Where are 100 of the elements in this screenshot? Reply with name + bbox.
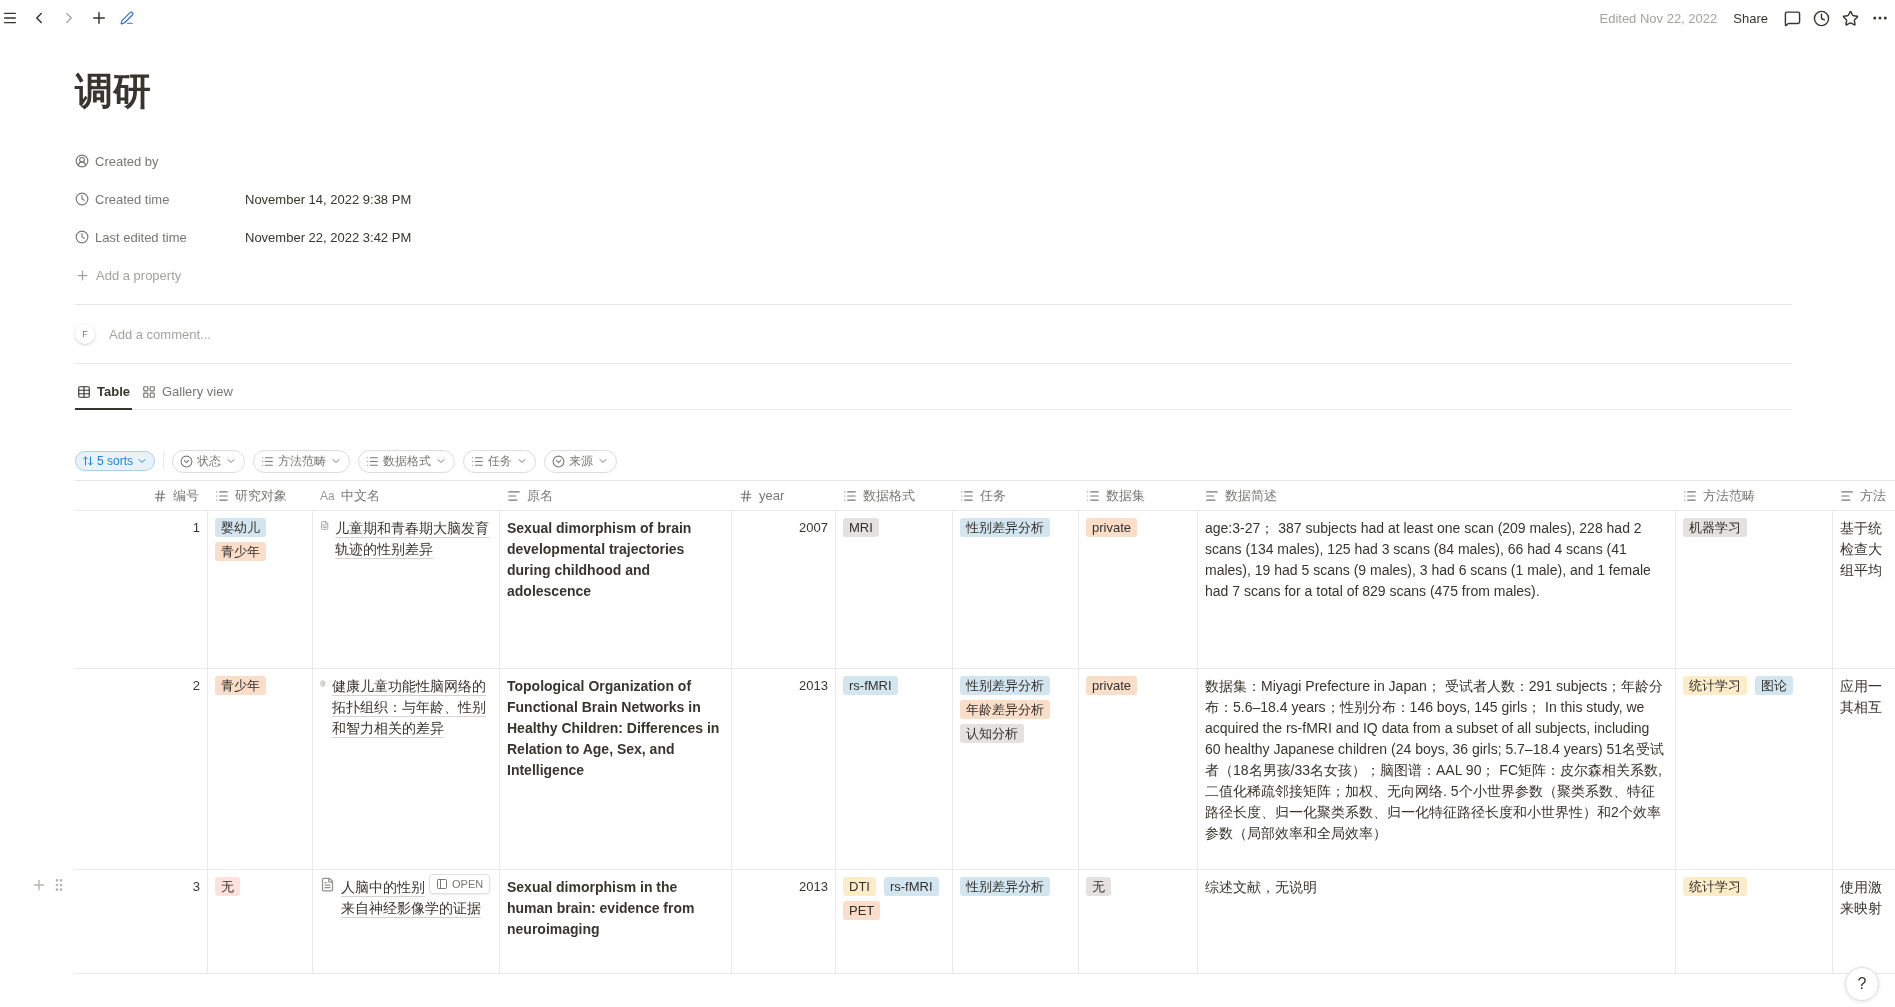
page-title-link[interactable]: 儿童期和青春期大脑发育轨迹的性别差异	[335, 518, 492, 560]
cell-text: Topological Organization of Functional Brain Networks in Healthy Children: Differences in Relation to Age, Sex, and Intelligence	[507, 677, 721, 780]
list-icon	[960, 488, 974, 503]
column-header[interactable]: year	[759, 488, 785, 503]
number-text: 2013	[799, 677, 828, 695]
tag: DTI	[843, 877, 876, 896]
text-lines-icon	[1840, 488, 1854, 503]
number-text: 2007	[799, 519, 828, 537]
cell-text: Sexual dimorphism in the human brain: evidence from neuroimaging	[507, 878, 696, 939]
column-header[interactable]: 任务	[980, 486, 1006, 505]
tag: 年龄差异分析	[960, 700, 1050, 719]
plus-icon[interactable]	[90, 9, 108, 27]
tag: 性别差异分析	[960, 676, 1050, 695]
text-type-icon: Aa	[320, 488, 335, 503]
column-header[interactable]: 数据集	[1106, 486, 1145, 505]
hash-icon	[739, 488, 753, 503]
comment-icon[interactable]	[1784, 9, 1801, 27]
tag: 机器学习	[1683, 518, 1747, 537]
property-value: November 22, 2022 3:42 PM	[245, 229, 412, 245]
help-button[interactable]: ?	[1845, 967, 1879, 1001]
view-tab[interactable]: Gallery view	[140, 376, 235, 410]
number-text: 3	[192, 878, 200, 896]
tag: 青少年	[215, 542, 266, 561]
edited-date: Edited Nov 22, 2022	[1599, 10, 1718, 26]
list-icon	[1683, 488, 1697, 503]
tag: rs-fMRI	[843, 676, 898, 695]
property-label[interactable]: Created by	[95, 153, 159, 169]
hash-icon	[153, 488, 167, 503]
cell-text: Sexual dimorphism of brain developmental trajectories during childhood and adolescence	[507, 519, 693, 601]
cell-text: age:3-27； 387 subjects had at least one scan (209 males), 228 had 2 scans (134 males), 125 had 3 scans (84 males), 66 had 4 scans (41 males), 19 had 5 scans (9 males), 3 had 6 scans (1 male), and 1 female had 7 scans for a total of 829 scans (475 from males).	[1205, 519, 1652, 601]
sort-button[interactable]: 5 sorts	[75, 451, 155, 471]
column-header[interactable]: 方法范畴	[1703, 486, 1755, 505]
tag: MRI	[843, 518, 879, 537]
number-text: 2	[192, 677, 200, 695]
cell-text: 应用一其相互	[1840, 677, 1883, 717]
number-text: 2013	[799, 878, 828, 896]
filter-chip[interactable]: 来源	[544, 449, 617, 473]
number-text: 1	[192, 519, 200, 537]
cell-text: 使用激来映射	[1840, 878, 1883, 918]
property-value: November 14, 2022 9:38 PM	[245, 191, 412, 207]
tag: PET	[843, 901, 881, 920]
filter-chip[interactable]: 状态	[172, 449, 245, 473]
page-title: 调研	[75, 69, 152, 114]
open-button[interactable]: OPEN	[429, 874, 491, 894]
tag: 无	[215, 877, 240, 896]
list-icon	[366, 454, 379, 468]
filter-chip[interactable]: 任务	[463, 449, 536, 473]
page-title-link[interactable]: 来自神经影像学的证据	[341, 898, 481, 919]
tag: 性别差异分析	[960, 877, 1050, 896]
cell-text: 数据集：Miyagi Prefecture in Japan； 受试者人数：291 subjects；年龄分布：5.6–18.4 years；性别分布：146 boys, 145 girls； In this study, we acquired the rs-fMRI and IQ data from a subset of all subjects, including 60 healthy Japanese children (24 boys, 36 girls; 5.7–18.4 years) 51名受试者（18名男孩/33名女孩）；脑图谱：AAL 90； FC矩阵：皮尔森相关系数, 二值化稀疏邻接矩阵；加权、无向网络. 5个小世界参数（聚类系数、特征路径长度、归一化聚类系数、归一化特征路径长度和小世界性）和2个效率参数（局部效率和全局效率）	[1205, 677, 1666, 843]
star-icon[interactable]	[1842, 9, 1859, 27]
tag: 婴幼儿	[215, 518, 266, 537]
cell-text: 综述文献，无说明	[1205, 878, 1317, 897]
clock-icon	[75, 192, 89, 206]
list-icon	[843, 488, 857, 503]
tag: 性别差异分析	[960, 518, 1050, 537]
property-label[interactable]: Created time	[95, 191, 170, 207]
column-header[interactable]: 方法	[1860, 486, 1886, 505]
dropdown-circle-icon	[180, 454, 193, 468]
view-tab[interactable]: Table	[75, 376, 132, 410]
tag: 认知分析	[960, 724, 1024, 743]
text-lines-icon	[507, 488, 521, 503]
dropdown-circle-icon	[552, 454, 565, 468]
clock-icon	[75, 230, 89, 244]
tag: 统计学习	[1683, 676, 1747, 695]
column-header[interactable]: 数据简述	[1225, 486, 1277, 505]
page-icon	[320, 877, 335, 892]
plus-icon	[75, 267, 90, 283]
menu-icon[interactable]	[2, 10, 18, 26]
clock-icon[interactable]	[1813, 9, 1830, 27]
tag: private	[1086, 518, 1138, 537]
share-button[interactable]: Share	[1729, 8, 1772, 28]
property-label[interactable]: Last edited time	[95, 229, 187, 245]
page-title-link[interactable]: 健康儿童功能性脑网络的拓扑组织：与年龄、性别和智力相关的差异	[331, 676, 492, 739]
page-title-link[interactable]: 人脑中的性别	[341, 877, 425, 898]
tag: private	[1086, 676, 1138, 695]
pen-icon[interactable]	[120, 11, 134, 25]
side-panel-icon	[436, 878, 448, 890]
list-icon	[261, 454, 274, 468]
list-icon	[1086, 488, 1100, 503]
tag: 青少年	[215, 676, 266, 695]
tag: 无	[1086, 877, 1111, 896]
list-icon	[471, 454, 484, 468]
add-property-button[interactable]: Add a property	[75, 267, 182, 283]
filter-chip[interactable]: 数据格式	[358, 449, 455, 473]
column-header[interactable]: 数据格式	[863, 486, 915, 505]
page-icon	[320, 518, 330, 533]
grid-icon	[142, 384, 156, 399]
list-icon	[215, 488, 229, 503]
tag: 统计学习	[1683, 877, 1747, 896]
sort-icon	[82, 455, 94, 467]
column-header[interactable]: 编号	[173, 486, 199, 505]
text-lines-icon	[1205, 488, 1219, 503]
tag: rs-fMRI	[883, 877, 939, 896]
filter-chip[interactable]: 方法范畴	[253, 449, 350, 473]
table-icon	[77, 384, 91, 399]
column-header[interactable]: 研究对象	[235, 486, 287, 505]
column-header[interactable]: 中文名	[340, 486, 380, 505]
person-icon	[75, 154, 89, 168]
column-header[interactable]: 原名	[527, 486, 553, 505]
